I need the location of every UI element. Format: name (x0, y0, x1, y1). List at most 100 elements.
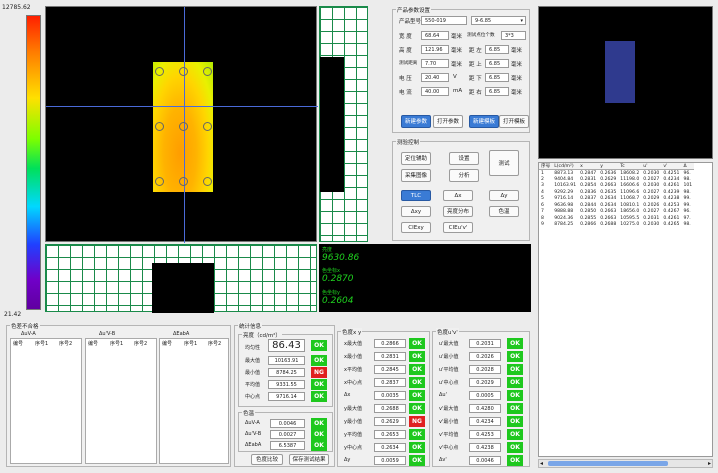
delta-xy-button[interactable]: Δxy (401, 206, 431, 217)
open-params-button[interactable]: 打开参数 (433, 115, 463, 128)
locate-assist-button[interactable]: 定位辅助 (401, 152, 431, 165)
capture-image-button[interactable]: 采集图像 (401, 169, 431, 182)
table-cell: 0.2634 (600, 196, 617, 202)
luminance-distribution-button[interactable]: 亮度分布 (443, 206, 473, 217)
sub-header: 序号1 (110, 341, 124, 347)
left-label: 距 左 (469, 48, 482, 54)
height-input[interactable]: 121.96 (421, 45, 449, 54)
right-unit: 毫米 (511, 90, 523, 96)
status-badge: OK (409, 377, 425, 388)
table-cell: 0.2688 (600, 222, 617, 228)
table-cell: 0.2027 (643, 209, 660, 215)
model-select[interactable]: 9-6.85 ▾ (471, 16, 526, 25)
new-template-button[interactable]: 新建模板 (469, 115, 499, 128)
table-cell: 0.4261 (663, 183, 680, 189)
table-cell: 18608.2 (620, 170, 640, 176)
horizontal-profile-plot (45, 244, 317, 313)
dvb-value: 0.0027 (270, 430, 305, 439)
stat-label: u'最大值 (439, 341, 459, 347)
table-row[interactable]: 9 8784.25 0.2866 0.2688 10275.0 0.2030 0.4265 9… (539, 222, 694, 229)
stat-label: y最小值 (344, 419, 362, 425)
new-params-button[interactable]: 新建参数 (401, 115, 431, 128)
stat-label: Δx (344, 392, 351, 398)
stat-label: v'中心点 (439, 445, 459, 451)
main-image-view[interactable] (45, 6, 318, 243)
current-unit: mA (453, 88, 463, 94)
stat-label: x平均值 (344, 367, 362, 373)
center-label: 中心点 (245, 394, 261, 400)
scroll-thumb[interactable] (548, 461, 668, 466)
cie-uv-button[interactable]: CIEu'v' (443, 222, 473, 233)
color-temp-button[interactable]: 色温 (489, 206, 519, 217)
width-input[interactable]: 68.64 (421, 31, 449, 40)
deab-status: OK (311, 440, 327, 451)
height-unit: 毫米 (451, 48, 463, 54)
stat-value: 0.2026 (469, 352, 501, 361)
current-label: 电 流 (399, 90, 412, 96)
save-results-button[interactable]: 保存测试结果 (289, 454, 329, 465)
right-label: 距 右 (469, 90, 482, 96)
analyze-button[interactable]: 分析 (449, 169, 479, 182)
status-badge: OK (409, 390, 425, 401)
table-cell: 10810.1 (620, 202, 640, 208)
table-cell: 0.4261 (663, 215, 680, 221)
test-point (155, 67, 164, 76)
col-dvb-header: Δu'V-B (99, 331, 116, 337)
voltage-input[interactable]: 20.40 (421, 73, 449, 82)
status-badge: OK (409, 338, 425, 349)
left-input[interactable]: 6.85 (485, 45, 509, 54)
scroll-left-arrow[interactable]: ◂ (540, 460, 543, 467)
top-input[interactable]: 6.85 (485, 59, 509, 68)
min-value: 8784.25 (268, 368, 305, 377)
open-template-button[interactable]: 打开模板 (499, 115, 529, 128)
model-input[interactable]: 550-019 (421, 16, 467, 25)
status-badge: OK (507, 390, 523, 401)
test-button[interactable]: 测试 (489, 150, 519, 176)
status-badge: OK (409, 364, 425, 375)
dva-list[interactable]: 编号 序号1 序号2 (10, 338, 82, 464)
measurement-readout: 亮度 9630.86 色坐标x 0.2870 色坐标y 0.2604 (319, 244, 531, 312)
delta-x-button[interactable]: Δx (443, 190, 473, 201)
table-cell: 0.2030 (643, 222, 660, 228)
stat-label: y平均值 (344, 432, 362, 438)
model-label: 产品型号 (399, 19, 422, 25)
vertical-profile-plot (319, 6, 368, 242)
stat-value: 0.2653 (374, 430, 406, 439)
status-badge: OK (507, 338, 523, 349)
avg-status: OK (311, 379, 327, 390)
stat-label: Δv' (439, 457, 447, 463)
delta-y-button[interactable]: Δy (489, 190, 519, 201)
distance-input[interactable]: 7.70 (421, 59, 449, 68)
table-cell: 10163.91 (554, 183, 577, 189)
max-status: OK (311, 355, 327, 366)
top-label: 距 上 (469, 62, 482, 68)
table-cell: 0.4251 (663, 170, 680, 176)
width-label: 宽 度 (399, 34, 412, 40)
current-input[interactable]: 40.00 (421, 87, 449, 96)
height-label: 高 度 (399, 48, 412, 54)
tlc-button[interactable]: TLC (401, 190, 431, 201)
points-input[interactable]: 3*3 (501, 31, 526, 40)
chroma-uv-group: 色度u'v' u'最大值 0.2031 OK u'最小值 0.2026 OK u'平均值 0.… (432, 328, 530, 467)
table-cell: 0.2847 (580, 170, 597, 176)
status-badge: OK (507, 377, 523, 388)
table-cell: 11068.7 (620, 196, 640, 202)
horizontal-scrollbar[interactable]: ◂ ▸ (538, 459, 713, 468)
results-table[interactable]: 序号 L(cd/m²) x y Tc u' v' Δ 1 8873.13 0.284… (538, 162, 713, 457)
cie-xy-button[interactable]: CIExy (401, 222, 431, 233)
stat-value: 0.2831 (374, 352, 406, 361)
status-badge: OK (409, 403, 425, 414)
table-cell: 0.2663 (600, 209, 617, 215)
bottom-input[interactable]: 6.85 (485, 73, 509, 82)
right-input[interactable]: 6.85 (485, 87, 509, 96)
scroll-right-arrow[interactable]: ▸ (708, 460, 711, 467)
color-temp-group: 色温 ΔuV-A 0.0046 OK Δu'V-B 0.0027 OK ΔEab… (238, 409, 333, 452)
stat-label: v'平均值 (439, 432, 459, 438)
tolerance-group: 色差不合格 ΔuV-A Δu'V-B ΔEabA 编号 序号1 序号2 编号 序… (6, 322, 231, 467)
deab-list[interactable]: 编号 序号1 序号2 (159, 338, 229, 464)
settings-button[interactable]: 设置 (449, 152, 479, 165)
dvb-list[interactable]: 编号 序号1 序号2 (85, 338, 157, 464)
chroma-compare-button[interactable]: 色度比较 (251, 454, 283, 465)
test-point (179, 67, 188, 76)
width-unit: 毫米 (451, 34, 463, 40)
